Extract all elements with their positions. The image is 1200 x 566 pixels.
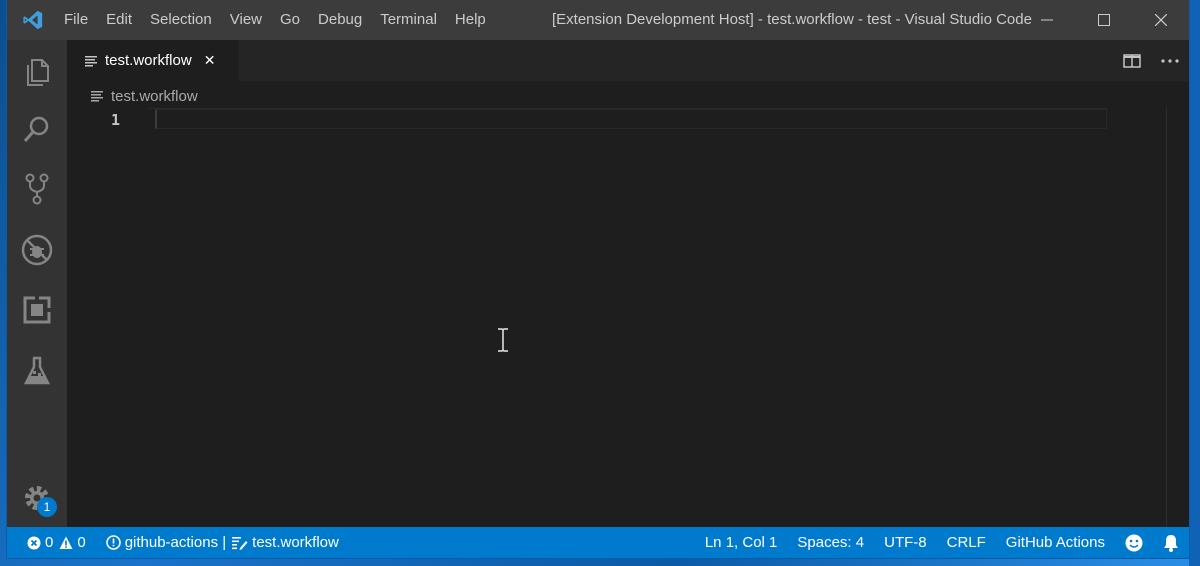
close-icon	[1154, 14, 1167, 26]
menu-edit[interactable]: Edit	[97, 0, 141, 40]
activity-bar: 1	[7, 40, 67, 527]
error-icon	[27, 536, 41, 550]
github-actions-item[interactable]: github-actions |	[100, 527, 232, 558]
split-editor-button[interactable]	[1113, 40, 1151, 81]
indentation[interactable]: Spaces: 4	[787, 527, 874, 558]
window-title: [Extension Development Host] - test.work…	[552, 11, 1032, 28]
ellipsis-icon	[1161, 58, 1179, 63]
text-cursor-icon	[497, 328, 509, 352]
editor-current-line[interactable]	[155, 109, 1107, 129]
info-circle-icon	[105, 535, 121, 550]
breadcrumb[interactable]: test.workflow	[91, 86, 198, 106]
line-number: 1	[111, 111, 121, 129]
minimize-icon	[1040, 19, 1053, 21]
warning-count: 0	[77, 534, 86, 551]
menu-view[interactable]: View	[221, 0, 271, 40]
test-flask-icon[interactable]	[19, 353, 55, 389]
minimize-button[interactable]	[1018, 0, 1075, 40]
menu-bar: File Edit Selection View Go Debug Termin…	[55, 0, 495, 40]
explorer-icon[interactable]	[19, 54, 55, 90]
error-count: 0	[45, 534, 54, 551]
source-control-icon[interactable]	[19, 171, 55, 207]
language-mode[interactable]: GitHub Actions	[996, 527, 1115, 558]
editor-scrollbar[interactable]	[1166, 107, 1181, 527]
maximize-button[interactable]	[1075, 0, 1132, 40]
close-window-button[interactable]	[1132, 0, 1189, 40]
menu-selection[interactable]: Selection	[141, 0, 221, 40]
breadcrumb-file: test.workflow	[111, 87, 198, 105]
title-bar: File Edit Selection View Go Debug Termin…	[7, 0, 1189, 40]
tab-test-workflow[interactable]: test.workflow ✕	[67, 40, 239, 81]
encoding[interactable]: UTF-8	[874, 527, 937, 558]
warning-icon	[59, 536, 73, 550]
file-lines-icon	[85, 55, 97, 66]
vscode-window: File Edit Selection View Go Debug Termin…	[7, 0, 1189, 558]
status-bar: 0 0 github-actions | test.workflow Ln 1,…	[7, 527, 1189, 558]
split-editor-icon	[1123, 53, 1141, 68]
editor-actions	[1113, 40, 1189, 81]
more-actions-button[interactable]	[1151, 40, 1189, 81]
file-lines-icon	[91, 91, 103, 102]
end-of-line[interactable]: CRLF	[937, 527, 996, 558]
status-bar-right: Ln 1, Col 1 Spaces: 4 UTF-8 CRLF GitHub …	[695, 527, 1189, 558]
desktop-background	[1189, 0, 1200, 566]
cursor-position[interactable]: Ln 1, Col 1	[695, 527, 788, 558]
extensions-icon[interactable]	[19, 292, 55, 328]
menu-debug[interactable]: Debug	[309, 0, 371, 40]
menu-file[interactable]: File	[55, 0, 97, 40]
github-actions-label: github-actions |	[124, 534, 227, 551]
edit-file-icon	[232, 536, 248, 550]
menu-help[interactable]: Help	[446, 0, 495, 40]
workflow-file-item[interactable]: test.workflow	[232, 527, 345, 558]
manage-badge: 1	[37, 497, 57, 517]
status-bar-left: 0 0 github-actions | test.workflow	[21, 527, 345, 558]
window-controls	[1018, 0, 1189, 40]
debug-icon[interactable]	[19, 232, 55, 268]
vscode-logo-icon	[19, 8, 47, 32]
menu-go[interactable]: Go	[271, 0, 309, 40]
menu-terminal[interactable]: Terminal	[371, 0, 446, 40]
problems-indicator[interactable]: 0 0	[21, 527, 92, 558]
feedback-smiley-icon[interactable]	[1115, 527, 1153, 558]
tab-close-icon[interactable]: ✕	[204, 52, 216, 69]
workflow-file-label: test.workflow	[252, 534, 339, 551]
tab-label: test.workflow	[105, 52, 192, 69]
editor-tabs-bar: test.workflow ✕	[67, 40, 1189, 81]
notifications-bell-icon[interactable]	[1153, 527, 1189, 558]
maximize-icon	[1097, 14, 1110, 26]
search-icon[interactable]	[19, 111, 55, 147]
